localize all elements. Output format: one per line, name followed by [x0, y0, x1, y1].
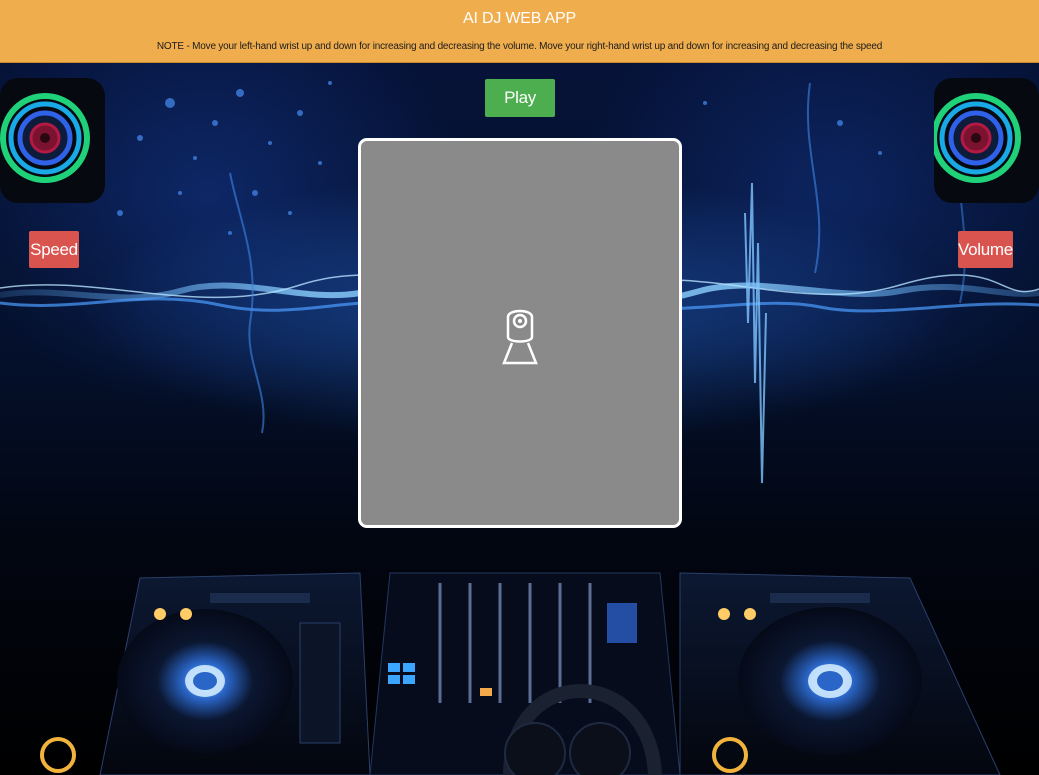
webcam-viewport[interactable]	[358, 138, 682, 528]
speaker-icon	[934, 78, 1039, 203]
speed-button[interactable]: Speed	[29, 231, 79, 268]
volume-button[interactable]: Volume	[958, 231, 1013, 268]
instructions-note: NOTE - Move your left-hand wrist up and …	[156, 41, 883, 52]
webcam-icon	[502, 309, 538, 365]
app-header: AI DJ WEB APP NOTE - Move your left-hand…	[0, 0, 1039, 63]
play-button[interactable]: Play	[485, 79, 555, 117]
speaker-icon	[0, 78, 105, 203]
dj-decks	[40, 572, 1001, 775]
page-title: AI DJ WEB APP	[463, 10, 576, 27]
